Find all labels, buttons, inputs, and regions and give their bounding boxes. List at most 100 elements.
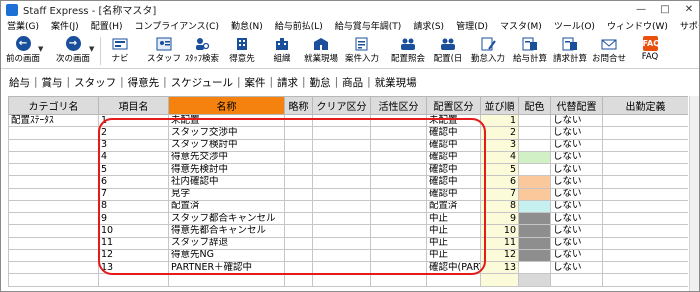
cell-category[interactable]	[8, 150, 99, 165]
cell-clear-type[interactable]	[312, 211, 371, 226]
faq-button[interactable]: FAQ FAQ	[637, 34, 663, 68]
cell-name[interactable]: 社内確認中	[168, 175, 285, 189]
close-button[interactable]: ✕	[677, 1, 699, 18]
cell-abbrev[interactable]	[284, 211, 313, 226]
cell-category[interactable]	[8, 138, 99, 152]
cell-item[interactable]: 11	[98, 236, 169, 250]
cell-placement-type[interactable]: 確認中	[426, 175, 481, 189]
case-input-button[interactable]: 案件入力	[345, 34, 379, 68]
cell-active-type[interactable]	[370, 162, 427, 177]
place-confirm-button[interactable]: 配置照会	[391, 34, 425, 68]
cell-clear-type[interactable]	[312, 248, 371, 263]
next-dropdown-icon[interactable]: ▼	[89, 45, 94, 53]
cell-clear-type[interactable]	[312, 113, 371, 128]
header-category[interactable]: カテゴリ名	[8, 96, 99, 115]
menu-placement[interactable]: 配置(H)	[91, 19, 123, 32]
cell-sort-order[interactable]: 9	[480, 211, 519, 226]
cell-item[interactable]: 5	[98, 162, 169, 177]
cell-sort-order[interactable]	[480, 273, 519, 287]
client-button[interactable]: 得意先	[227, 34, 257, 68]
staff-button[interactable]: スタッフ	[147, 34, 181, 68]
table-row[interactable]: 5 得意先検討中 確認中 5 しない	[8, 162, 688, 177]
table-row[interactable]: 12 得意先NG 中止 12 しない	[8, 248, 688, 263]
tab-case[interactable]: 案件	[241, 75, 270, 90]
cell-clear-type[interactable]	[312, 273, 371, 287]
tab-billing[interactable]: 請求	[273, 75, 302, 90]
cell-clear-type[interactable]	[312, 138, 371, 152]
pay-calc-button[interactable]: 給与計算	[512, 34, 548, 68]
bill-calc-button[interactable]: 請求計算	[552, 34, 588, 68]
cell-attendance-def[interactable]	[602, 126, 688, 140]
maximize-button[interactable]: □	[653, 1, 677, 18]
cell-active-type[interactable]	[370, 113, 427, 128]
navi-button[interactable]: ナビ	[107, 34, 133, 68]
cell-attendance-def[interactable]	[602, 236, 688, 250]
menu-payroll[interactable]: 給与賞与年調(T)	[335, 19, 402, 32]
cell-placement-type[interactable]: 中止	[426, 224, 481, 238]
tab-client[interactable]: 得意先	[124, 75, 164, 90]
staff-search-button[interactable]: ｽﾀｯﾌ検索	[185, 34, 219, 68]
cell-placement-type[interactable]: 配置済	[426, 199, 481, 214]
cell-clear-type[interactable]	[312, 260, 371, 275]
cell-category[interactable]	[8, 236, 99, 250]
cell-item[interactable]: 13	[98, 260, 169, 275]
cell-color[interactable]	[518, 113, 551, 128]
cell-color[interactable]	[518, 187, 551, 201]
menu-case[interactable]: 案件(J)	[51, 19, 79, 32]
cell-abbrev[interactable]	[284, 236, 313, 250]
cell-category[interactable]	[8, 248, 99, 263]
cell-item[interactable]	[98, 273, 169, 287]
cell-active-type[interactable]	[370, 260, 427, 275]
cell-category[interactable]	[8, 175, 99, 189]
cell-active-type[interactable]	[370, 273, 427, 287]
cell-name[interactable]: スタッフ辞退	[168, 236, 285, 250]
cell-category[interactable]	[8, 126, 99, 140]
header-color[interactable]: 配色	[518, 96, 551, 115]
cell-placement-type[interactable]: 未配置	[426, 113, 481, 128]
cell-name[interactable]: 得意先NG	[168, 248, 285, 263]
cell-sort-order[interactable]: 8	[480, 199, 519, 214]
tab-schedule[interactable]: スケジュール	[167, 75, 237, 90]
cell-sort-order[interactable]: 5	[480, 162, 519, 177]
cell-placement-type[interactable]: 確認中	[426, 187, 481, 201]
tab-salary[interactable]: 給与	[5, 75, 34, 90]
cell-placement-type[interactable]: 中止	[426, 211, 481, 226]
cell-category[interactable]: 配置ｽﾃｰﾀｽ	[8, 113, 99, 128]
cell-sort-order[interactable]: 7	[480, 187, 519, 201]
cell-item[interactable]: 8	[98, 199, 169, 214]
cell-sort-order[interactable]: 10	[480, 224, 519, 238]
cell-name[interactable]: 配置済	[168, 199, 285, 214]
tab-attendance[interactable]: 勤怠	[306, 75, 335, 90]
cell-color[interactable]	[518, 236, 551, 250]
cell-abbrev[interactable]	[284, 126, 313, 140]
contact-button[interactable]: お問合せ	[591, 34, 627, 68]
header-sort-order[interactable]: 並び順	[480, 96, 519, 115]
cell-name[interactable]	[168, 273, 285, 287]
cell-alt-placement[interactable]: しない	[550, 199, 603, 214]
cell-alt-placement[interactable]: しない	[550, 248, 603, 263]
cell-sort-order[interactable]: 12	[480, 248, 519, 263]
cell-alt-placement[interactable]: しない	[550, 113, 603, 128]
cell-active-type[interactable]	[370, 150, 427, 165]
cell-attendance-def[interactable]	[602, 138, 688, 152]
cell-alt-placement[interactable]	[550, 273, 603, 287]
cell-category[interactable]	[8, 162, 99, 177]
org-button[interactable]: 組織	[269, 34, 295, 68]
cell-attendance-def[interactable]	[602, 113, 688, 128]
cell-placement-type[interactable]: 確認中(PART	[426, 260, 481, 275]
cell-name[interactable]: 見学	[168, 187, 285, 201]
cell-name[interactable]: 得意先都合キャンセル	[168, 224, 285, 238]
cell-placement-type[interactable]: 中止	[426, 236, 481, 250]
cell-alt-placement[interactable]: しない	[550, 211, 603, 226]
table-row[interactable]	[8, 273, 688, 287]
header-item[interactable]: 項目名	[98, 96, 169, 115]
cell-name[interactable]: 得意先交渉中	[168, 150, 285, 165]
cell-color[interactable]	[518, 260, 551, 275]
menu-tools[interactable]: ツール(O)	[554, 19, 595, 32]
cell-abbrev[interactable]	[284, 199, 313, 214]
cell-attendance-def[interactable]	[602, 187, 688, 201]
table-row[interactable]: 3 スタッフ検討中 確認中 3 しない	[8, 138, 688, 152]
table-row[interactable]: 6 社内確認中 確認中 6 しない	[8, 175, 688, 189]
cell-attendance-def[interactable]	[602, 260, 688, 275]
cell-attendance-def[interactable]	[602, 273, 688, 287]
